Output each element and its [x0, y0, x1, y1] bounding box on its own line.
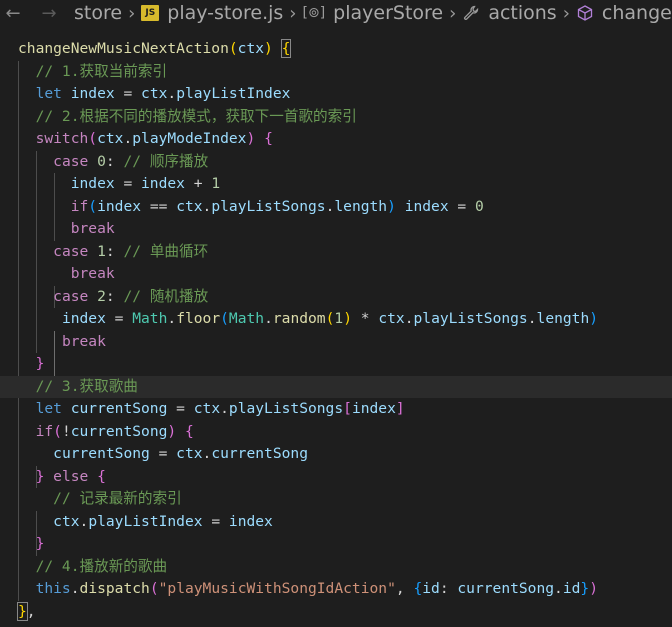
code-line[interactable]: currentSong = ctx.currentSong: [0, 443, 672, 466]
code-line[interactable]: case 0: // 顺序播放: [0, 151, 672, 174]
breadcrumb-item-file[interactable]: JS play-store.js: [141, 2, 283, 24]
code-line[interactable]: let index = ctx.playListIndex: [0, 83, 672, 106]
code-line[interactable]: switch(ctx.playModeIndex) {: [0, 128, 672, 151]
code-editor[interactable]: changeNewMusicNextAction(ctx) { // 1.获取当…: [0, 38, 672, 627]
code-line[interactable]: break: [0, 331, 672, 354]
arrow-right-icon[interactable]: →: [36, 3, 62, 24]
breadcrumb-item-playerstore[interactable]: [⊚] playerStore: [303, 2, 444, 24]
code-line[interactable]: if(index == ctx.playListSongs.length) in…: [0, 196, 672, 219]
symbol-class-icon: [⊚]: [302, 5, 326, 21]
arrow-left-icon[interactable]: ←: [0, 3, 26, 24]
code-line[interactable]: break: [0, 218, 672, 241]
code-line[interactable]: break: [0, 263, 672, 286]
javascript-file-icon: JS: [141, 5, 160, 21]
code-line[interactable]: changeNewMusicNextAction(ctx) {: [0, 38, 672, 61]
code-line[interactable]: // 记录最新的索引: [0, 488, 672, 511]
breadcrumb-item-actions[interactable]: actions: [462, 2, 557, 24]
cube-icon: [577, 5, 593, 21]
code-line[interactable]: index = index + 1: [0, 173, 672, 196]
code-line[interactable]: }: [0, 533, 672, 556]
code-line-current[interactable]: // 3.获取歌曲: [0, 375, 672, 398]
code-line[interactable]: case 2: // 随机播放: [0, 286, 672, 309]
code-line[interactable]: // 2.根据不同的播放模式，获取下一首歌的索引: [0, 106, 672, 129]
code-line[interactable]: this.dispatch("playMusicWithSongIdAction…: [0, 578, 672, 601]
code-line[interactable]: // 4.播放新的歌曲: [0, 556, 672, 579]
code-line[interactable]: }: [0, 353, 672, 376]
code-line[interactable]: case 1: // 单曲循环: [0, 241, 672, 264]
chevron-right-icon: ›: [562, 2, 570, 24]
code-line[interactable]: } else {: [0, 466, 672, 489]
breadcrumb-item-store[interactable]: store: [74, 2, 122, 24]
wrench-icon: [464, 5, 479, 20]
code-line[interactable]: index = Math.floor(Math.random(1) * ctx.…: [0, 308, 672, 331]
breadcrumb: ← → store › JS play-store.js › [⊚] playe…: [0, 0, 672, 26]
chevron-right-icon: ›: [289, 2, 297, 24]
code-line[interactable]: // 1.获取当前索引: [0, 61, 672, 84]
code-line[interactable]: ctx.playListIndex = index: [0, 511, 672, 534]
breadcrumb-item-method[interactable]: change: [576, 2, 672, 24]
code-line[interactable]: if(!currentSong) {: [0, 421, 672, 444]
chevron-right-icon: ›: [449, 2, 457, 24]
code-line[interactable]: },: [0, 601, 672, 624]
chevron-right-icon: ›: [128, 2, 136, 24]
code-line[interactable]: let currentSong = ctx.playListSongs[inde…: [0, 398, 672, 421]
